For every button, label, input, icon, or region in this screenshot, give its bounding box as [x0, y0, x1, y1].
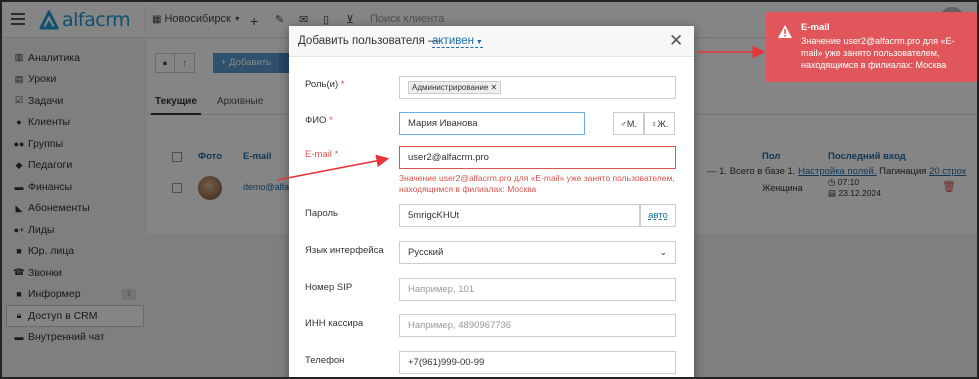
annotation-arrow-to-email — [276, 154, 390, 181]
error-toast[interactable]: E-mail Значение user2@alfacrm.pro для «E… — [766, 12, 977, 82]
warning-icon — [778, 25, 792, 38]
app-window: alfacrm ▦ Новосибирск ▼ + ✎ ✉ ▯ ⊻ Поиск … — [0, 0, 979, 379]
toast-body: Значение user2@alfacrm.pro для «E-mail» … — [801, 36, 955, 70]
toast-title: E-mail — [801, 22, 830, 33]
